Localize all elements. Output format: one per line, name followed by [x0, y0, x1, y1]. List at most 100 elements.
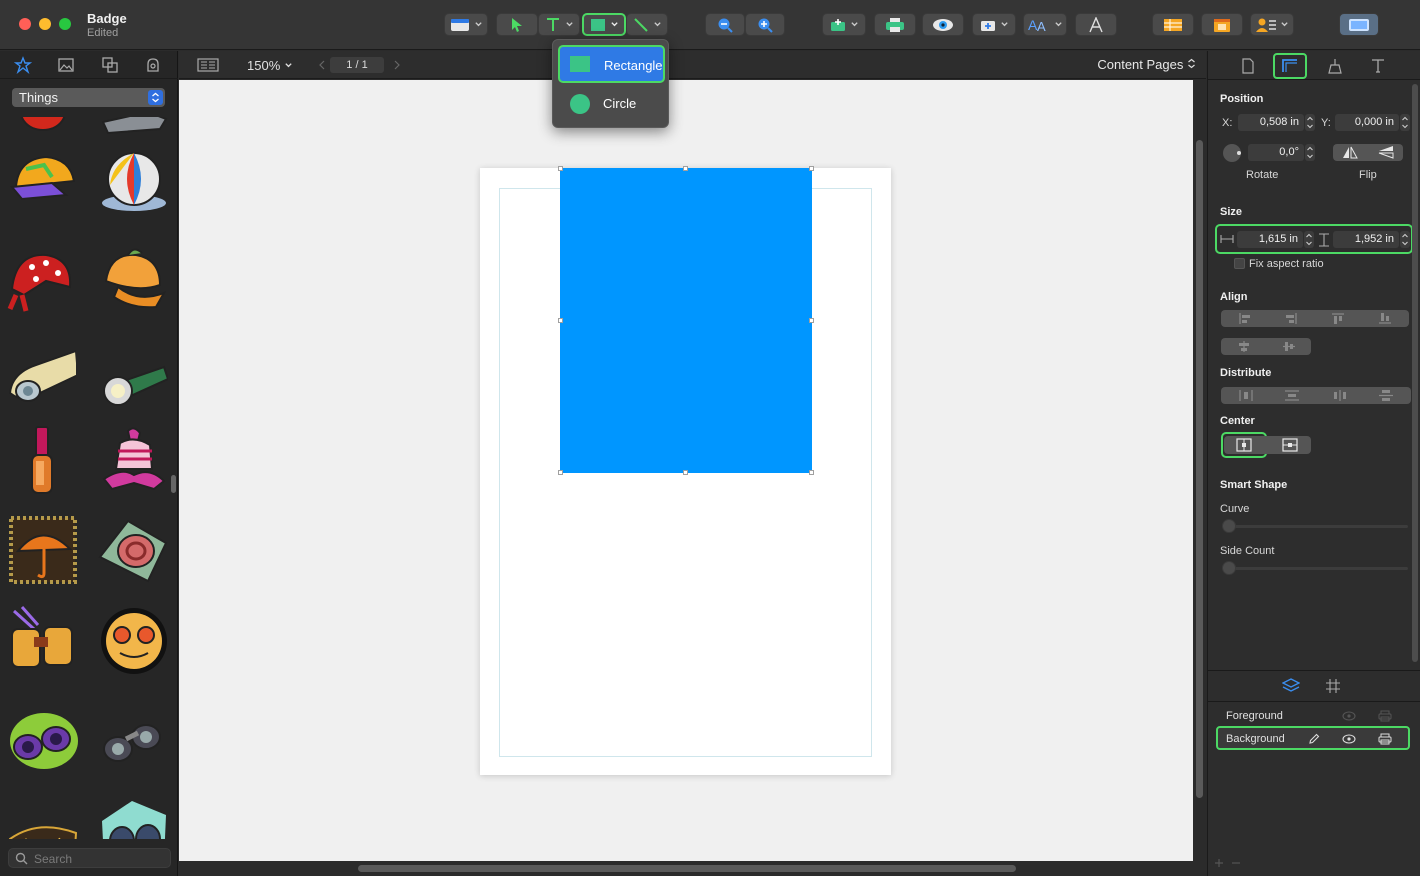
- width-field[interactable]: 1,615 in: [1237, 231, 1303, 248]
- previous-page-icon[interactable]: [318, 60, 326, 70]
- flip-vertical-icon[interactable]: [1378, 146, 1394, 159]
- sidebar-scrollbar[interactable]: [171, 475, 176, 493]
- insert-button[interactable]: [822, 13, 866, 36]
- center-horizontally-icon[interactable]: [1236, 438, 1252, 452]
- canvas-vertical-scrollbar[interactable]: [1196, 140, 1203, 798]
- center-vertically-icon[interactable]: [1282, 438, 1298, 452]
- tab-geometry[interactable]: [1273, 53, 1307, 79]
- resize-handle[interactable]: [809, 318, 814, 323]
- x-position-field[interactable]: 0,508 in: [1238, 114, 1304, 131]
- rotate-field[interactable]: 0,0°: [1248, 144, 1304, 161]
- tab-document[interactable]: [1231, 53, 1265, 79]
- clipart-item-tomato[interactable]: [8, 117, 78, 137]
- fix-aspect-ratio-checkbox[interactable]: [1234, 258, 1245, 269]
- clipart-item-goggles[interactable]: [98, 605, 168, 675]
- minimize-window-button[interactable]: [39, 18, 51, 30]
- zoom-out-button[interactable]: [705, 13, 745, 36]
- page-layout-icon[interactable]: [197, 58, 219, 72]
- clipart-item-flashlight-green[interactable]: [98, 345, 168, 415]
- clipart-item-sign-letters[interactable]: [8, 799, 78, 839]
- height-field[interactable]: 1,952 in: [1333, 231, 1399, 248]
- shape-menu-item-circle[interactable]: Circle: [558, 85, 665, 123]
- image-icon[interactable]: [57, 56, 75, 74]
- flip-horizontal-icon[interactable]: [1342, 146, 1358, 159]
- zoom-in-button[interactable]: [745, 13, 785, 36]
- font-button[interactable]: [1075, 13, 1117, 36]
- align-vertical-center-icon[interactable]: [1283, 341, 1295, 352]
- select-tool-button[interactable]: [496, 13, 538, 36]
- clipart-item-flashlight-beige[interactable]: [6, 343, 76, 413]
- distribute-width-icon[interactable]: [1333, 390, 1347, 401]
- align-top-icon[interactable]: [1332, 313, 1344, 324]
- resize-handle[interactable]: [683, 166, 688, 171]
- search-field[interactable]: Search: [8, 848, 171, 868]
- resize-handle[interactable]: [683, 470, 688, 475]
- resize-handle[interactable]: [809, 166, 814, 171]
- line-tool-button[interactable]: [626, 13, 668, 36]
- clipart-item-binoculars-gray[interactable]: [98, 703, 168, 773]
- zoom-window-button[interactable]: [59, 18, 71, 30]
- zoom-menu[interactable]: 150%: [247, 58, 293, 73]
- x-stepper[interactable]: [1305, 114, 1315, 131]
- calendar-button[interactable]: [1201, 13, 1243, 36]
- curve-slider-knob[interactable]: [1222, 519, 1236, 533]
- rectangle-shape[interactable]: [560, 168, 812, 473]
- layers-icon[interactable]: [1282, 678, 1300, 694]
- print-button[interactable]: [874, 13, 916, 36]
- clipart-icon[interactable]: [14, 56, 32, 74]
- table-button[interactable]: [1152, 13, 1194, 36]
- visibility-eye-icon[interactable]: [1342, 711, 1356, 721]
- clipart-item-bonnet[interactable]: [98, 243, 168, 313]
- distribute-height-icon[interactable]: [1379, 390, 1393, 401]
- preview-button[interactable]: [922, 13, 964, 36]
- distribute-vertical-icon[interactable]: [1285, 390, 1299, 401]
- resize-handle[interactable]: [809, 470, 814, 475]
- category-select[interactable]: Things: [12, 88, 165, 107]
- text-style-button[interactable]: AA: [1023, 13, 1067, 36]
- next-page-icon[interactable]: [393, 60, 401, 70]
- layout-button[interactable]: [444, 13, 488, 36]
- clipart-item-handbag[interactable]: [98, 515, 168, 585]
- canvas-horizontal-scrollbar[interactable]: [358, 865, 1016, 872]
- side-count-slider-track[interactable]: [1222, 567, 1408, 570]
- add-field-button[interactable]: [972, 13, 1016, 36]
- distribute-horizontal-icon[interactable]: [1239, 390, 1253, 401]
- sidebar-toggle-button[interactable]: [1339, 13, 1379, 36]
- clipart-item-umbrella-frame[interactable]: [8, 515, 78, 585]
- clipart-item-hairdryer[interactable]: [98, 117, 168, 137]
- clipart-item-nail-polish[interactable]: [8, 425, 78, 495]
- pencil-icon[interactable]: [1308, 733, 1320, 745]
- y-position-field[interactable]: 0,000 in: [1335, 114, 1399, 131]
- clipart-item-binoculars-gold[interactable]: [8, 605, 78, 675]
- add-layer-icon[interactable]: [1214, 858, 1224, 868]
- height-stepper[interactable]: [1400, 231, 1410, 248]
- visibility-eye-icon[interactable]: [1342, 734, 1356, 744]
- align-right-icon[interactable]: [1285, 313, 1297, 324]
- close-window-button[interactable]: [19, 18, 31, 30]
- remove-layer-icon[interactable]: [1231, 858, 1241, 868]
- clipart-item-bandana[interactable]: [6, 245, 76, 315]
- align-bottom-icon[interactable]: [1379, 313, 1391, 324]
- rotate-stepper[interactable]: [1305, 144, 1315, 161]
- contacts-button[interactable]: [1250, 13, 1294, 36]
- canvas-area[interactable]: [179, 80, 1193, 861]
- clipart-item-cap[interactable]: [8, 147, 78, 217]
- clipart-item-beach-ball[interactable]: [98, 145, 168, 215]
- y-stepper[interactable]: [1400, 114, 1410, 131]
- align-horizontal-center-icon[interactable]: [1238, 341, 1250, 352]
- rotate-knob-icon[interactable]: [1222, 143, 1244, 163]
- side-count-slider-knob[interactable]: [1222, 561, 1236, 575]
- mask-icon[interactable]: [144, 56, 162, 74]
- resize-handle[interactable]: [558, 318, 563, 323]
- tab-text[interactable]: [1361, 53, 1395, 79]
- clipart-item-binoculars-purple[interactable]: [8, 703, 78, 773]
- clipart-item-cupcake-cake[interactable]: [98, 425, 168, 495]
- shape-tool-button[interactable]: [582, 13, 626, 36]
- tab-appearance[interactable]: [1318, 53, 1352, 79]
- layer-row-background[interactable]: Background: [1216, 726, 1410, 750]
- view-selector[interactable]: Content Pages: [1097, 57, 1196, 72]
- text-tool-button[interactable]: [538, 13, 580, 36]
- shape-menu-item-rectangle[interactable]: Rectangle: [558, 45, 665, 83]
- clipart-item-binoculars-blue[interactable]: [98, 795, 168, 839]
- printer-icon[interactable]: [1378, 710, 1392, 722]
